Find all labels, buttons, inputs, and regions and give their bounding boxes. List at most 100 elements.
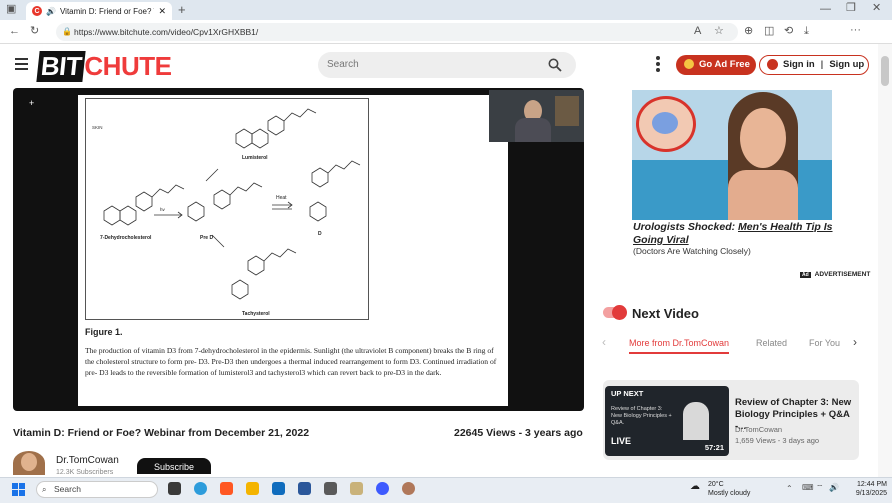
- refresh-icon[interactable]: ↻: [30, 26, 39, 37]
- thumb-text: Review of Chapter 3: New Biology Princip…: [611, 406, 672, 426]
- window-menu-icon[interactable]: ▣: [6, 4, 16, 15]
- word-icon[interactable]: [298, 482, 311, 495]
- new-tab-icon[interactable]: +: [178, 3, 186, 16]
- minimize-icon[interactable]: —: [820, 4, 831, 15]
- hamburger-menu-icon[interactable]: [15, 58, 28, 70]
- search-placeholder: Search: [327, 59, 359, 70]
- favorite-star-icon[interactable]: ☆: [714, 26, 724, 37]
- close-window-icon[interactable]: ✕: [872, 3, 881, 14]
- ad-image[interactable]: [632, 90, 832, 220]
- up-next-channel[interactable]: Dr.TomCowan: [735, 425, 782, 434]
- next-video-tabs: ‹ More from Dr.TomCowan Related For You …: [600, 335, 862, 355]
- ad-badge-icon: Ad: [800, 272, 811, 278]
- taskbar-search-icon: ⌕: [42, 485, 47, 494]
- duration: 57:21: [704, 443, 724, 452]
- windows-start-icon[interactable]: [12, 483, 25, 496]
- url-text: https://www.bitchute.com/video/Cpv1XrGHX…: [74, 27, 259, 37]
- video-frame-slide: SKIN Lumisterol 7-Dehydrocholesterol Pre…: [78, 95, 508, 406]
- task-view-icon[interactable]: [168, 482, 181, 495]
- address-bar: ← ↻ 🔒 https://www.bitchute.com/video/Cpv…: [0, 20, 892, 58]
- search-input[interactable]: Search: [318, 52, 576, 78]
- history-icon[interactable]: ⟲: [784, 26, 793, 37]
- label-pre-d3: Pre D: [200, 235, 213, 241]
- label-dehydro: 7-Dehydrocholesterol: [100, 235, 152, 241]
- volume-icon[interactable]: 🔊: [829, 484, 839, 492]
- url-field[interactable]: 🔒 https://www.bitchute.com/video/Cpv1XrG…: [56, 23, 738, 41]
- user-icon: [767, 58, 778, 70]
- settings-icon[interactable]: [324, 482, 337, 495]
- figure-title: Figure 1.: [85, 327, 123, 337]
- zoom-icon[interactable]: [376, 482, 389, 495]
- weather-icon: ☁: [690, 481, 700, 492]
- ad-headline-lead: Urologists Shocked:: [633, 221, 739, 233]
- profile-app-icon[interactable]: [402, 482, 415, 495]
- logo-chute: CHUTE: [84, 51, 172, 81]
- auth-divider: |: [820, 59, 824, 70]
- taskbar-search[interactable]: ⌕ Search: [36, 481, 158, 498]
- extensions-icon[interactable]: ⊕: [744, 26, 753, 37]
- label-uv-1: hv: [160, 207, 166, 212]
- ad-label: Ad ADVERTISEMENT: [800, 271, 870, 278]
- go-ad-free-label: Go Ad Free: [699, 59, 750, 70]
- weather-widget[interactable]: ☁ 20°C Mostly cloudy: [690, 480, 751, 498]
- svg-text:SKIN: SKIN: [92, 125, 103, 130]
- autoplay-toggle[interactable]: [603, 305, 627, 320]
- split-screen-icon[interactable]: ◫: [764, 26, 774, 37]
- presenter-webcam: [489, 90, 584, 142]
- maximize-icon[interactable]: ❐: [846, 3, 856, 14]
- up-next-badge: UP NEXT: [611, 389, 644, 398]
- label-heat: Heat: [276, 195, 287, 201]
- go-ad-free-button[interactable]: Go Ad Free: [676, 55, 756, 75]
- bitchute-logo[interactable]: BITCHUTE: [36, 51, 172, 82]
- taskbar-clock[interactable]: 12:44 PM 9/13/2025: [845, 480, 887, 498]
- player-sparkle-icon: +: [29, 98, 35, 108]
- app-icon[interactable]: [350, 482, 363, 495]
- video-title: Vitamin D: Friend or Foe? Webinar from D…: [13, 427, 310, 439]
- read-aloud-icon[interactable]: A: [694, 26, 701, 37]
- up-next-meta: 1,659 Views - 3 days ago: [735, 436, 820, 445]
- video-player[interactable]: + SKIN Lumisterol 7-Dehydrocholesterol P…: [13, 88, 584, 411]
- tray-chevron-icon[interactable]: ⌃: [786, 485, 793, 493]
- live-label: LIVE: [611, 436, 632, 446]
- brave-icon[interactable]: [220, 482, 233, 495]
- channel-name[interactable]: Dr.TomCowan: [56, 455, 119, 466]
- edge-icon[interactable]: [194, 482, 207, 495]
- lock-icon[interactable]: 🔒: [62, 23, 72, 41]
- sign-in-link[interactable]: Sign in: [783, 59, 815, 70]
- channel-avatar[interactable]: [13, 451, 45, 475]
- subscribe-button[interactable]: Subscribe: [137, 458, 211, 474]
- search-icon[interactable]: [548, 58, 562, 72]
- back-icon[interactable]: ←: [9, 26, 20, 37]
- crown-icon: [684, 59, 694, 70]
- tabs-prev-icon[interactable]: ‹: [602, 335, 606, 349]
- video-views: 22645 Views - 3 years ago: [454, 427, 583, 439]
- clock-time: 12:44 PM: [857, 481, 887, 488]
- outlook-icon[interactable]: [272, 482, 285, 495]
- file-explorer-icon[interactable]: [246, 482, 259, 495]
- weather-desc: Mostly cloudy: [708, 490, 751, 497]
- label-tachysterol: Tachysterol: [242, 311, 270, 317]
- tab-title: Vitamin D: Friend or Foe? We: [59, 6, 154, 16]
- taskbar-search-label: Search: [54, 484, 81, 494]
- channel-subscribers: 12.3K Subscribers: [56, 469, 114, 476]
- tab-more-from-channel[interactable]: More from Dr.TomCowan: [629, 338, 730, 354]
- tab-for-you[interactable]: For You: [809, 338, 840, 348]
- kebab-menu-icon[interactable]: [656, 56, 660, 72]
- page-scrollbar[interactable]: [878, 44, 892, 477]
- tab-related[interactable]: Related: [756, 338, 787, 348]
- network-icon[interactable]: ⌔: [816, 484, 824, 492]
- sign-up-link[interactable]: Sign up: [829, 59, 864, 70]
- more-menu-icon[interactable]: ···: [850, 25, 861, 36]
- logo-bit: BIT: [36, 51, 87, 82]
- ad-headline[interactable]: Urologists Shocked: Men's Health Tip Is …: [633, 221, 833, 247]
- up-next-thumbnail[interactable]: UP NEXT Review of Chapter 3: New Biology…: [605, 386, 729, 456]
- next-video-heading: Next Video: [632, 306, 699, 321]
- download-icon[interactable]: ⤓: [804, 26, 809, 37]
- browser-tab-strip: ▣ C 🔊 Vitamin D: Friend or Foe? We ✕ + —…: [0, 0, 892, 20]
- weather-temp: 20°C: [708, 481, 724, 488]
- keyboard-icon[interactable]: ⌨: [802, 484, 814, 492]
- tabs-next-icon[interactable]: ›: [853, 335, 857, 349]
- speaker-icon[interactable]: 🔊: [46, 7, 56, 16]
- browser-tab[interactable]: C 🔊 Vitamin D: Friend or Foe? We ✕: [26, 2, 172, 20]
- close-tab-icon[interactable]: ✕: [158, 6, 166, 17]
